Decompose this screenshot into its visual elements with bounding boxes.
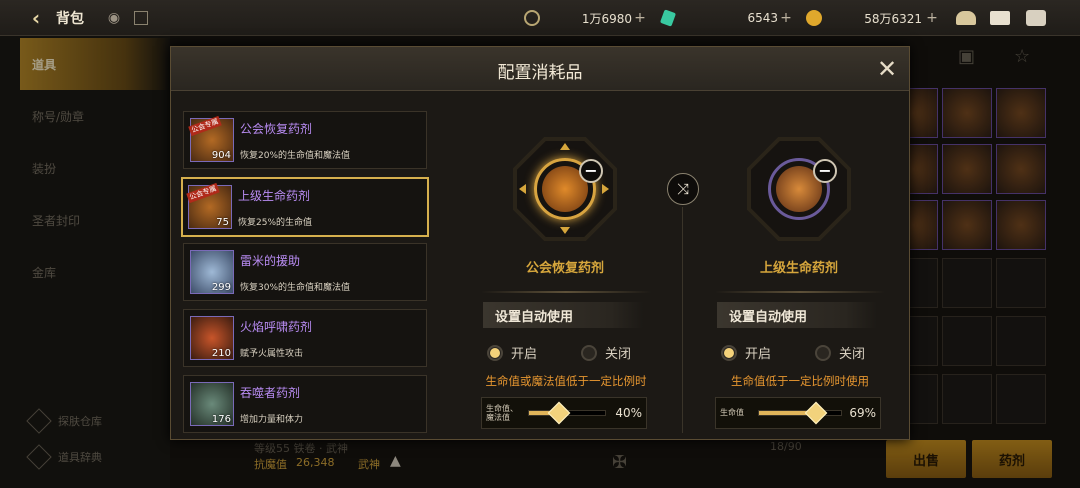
item-name: 火焰呼啸药剂 — [240, 320, 313, 334]
threshold-slider-box: 生命值、 魔法值 40% — [481, 397, 647, 429]
remove-slot-1-button[interactable]: − — [579, 159, 603, 183]
guild-badge: 公会专属 — [188, 115, 222, 137]
auto-use-title: 设置自动使用 — [729, 309, 808, 325]
consumable-config-dialog: 配置消耗品 ✕ 公会专属 904 公会恢复药剂 恢复20%的生命值和魔法值 公会… — [170, 46, 910, 440]
arrow-right-icon — [602, 184, 609, 194]
life-potion-icon: 公会专属 75 — [186, 182, 232, 229]
auto-use-off-radio[interactable]: 关闭 — [581, 343, 631, 362]
slider-label-line-1: 生命值、 — [486, 403, 518, 413]
item-desc: 恢复30%的生命值和魔法值 — [240, 283, 351, 293]
add-currency-3-button[interactable]: + — [926, 0, 938, 36]
item-name: 吞噬者药剂 — [240, 386, 301, 400]
arrow-down-icon — [560, 227, 570, 234]
item-count: 299 — [211, 282, 231, 293]
auto-use-on-radio[interactable]: 开启 — [721, 343, 771, 362]
add-currency-2-button[interactable]: + — [780, 0, 792, 36]
consumable-item[interactable]: 公会专属 75 上级生命药剂 恢复25%的生命值 — [181, 177, 429, 237]
eye-icon[interactable]: ◉ — [104, 0, 124, 36]
item-count: 210 — [211, 348, 231, 359]
item-count: 176 — [211, 414, 231, 425]
guild-potion-icon: 公会专属 904 — [188, 115, 234, 162]
moon-coin-icon — [524, 10, 540, 26]
item-count: 904 — [211, 150, 231, 161]
consumable-item[interactable]: 299 雷米的援助 恢复30%的生命值和魔法值 — [183, 243, 427, 301]
item-name: 雷米的援助 — [240, 254, 301, 268]
sort-icon[interactable] — [131, 0, 151, 36]
back-arrow-icon[interactable]: ‹ — [24, 0, 48, 36]
item-desc: 恢复25%的生命值 — [238, 218, 313, 228]
close-button[interactable]: ✕ — [873, 55, 901, 83]
top-bar: ‹ 背包 ◉ 1万6980 + 6543 + 58万6321 + — [0, 0, 1080, 36]
shop-icon[interactable] — [954, 0, 978, 36]
slider-label-line-1: 生命值 — [720, 408, 744, 418]
consumable-item[interactable]: 210 火焰呼啸药剂 赋予火属性攻击 — [183, 309, 427, 367]
item-count: 75 — [216, 217, 229, 228]
radio-dot — [721, 344, 737, 361]
item-name: 上级生命药剂 — [238, 189, 311, 203]
radio-label: 关闭 — [605, 347, 632, 362]
devourer-potion-icon: 176 — [190, 382, 234, 426]
currency-value-2: 6543 — [747, 11, 778, 25]
dialog-title: 配置消耗品 — [497, 63, 583, 83]
auto-use-title: 设置自动使用 — [495, 309, 574, 325]
slider-label-line-2: 魔法值 — [486, 413, 510, 422]
item-desc: 恢复20%的生命值和魔法值 — [240, 151, 351, 161]
radio-dot — [487, 344, 503, 361]
currency-value-3: 58万6321 — [864, 11, 922, 26]
threshold-slider-2[interactable] — [758, 401, 842, 425]
guild-badge: 公会专属 — [186, 182, 220, 204]
consumable-item[interactable]: 176 吞噬者药剂 增加力量和体力 — [183, 375, 427, 433]
dialog-header: 配置消耗品 ✕ — [171, 47, 909, 91]
slot-1-item-name: 公会恢复药剂 — [525, 261, 604, 276]
green-gem-icon — [659, 9, 677, 27]
auto-use-condition: 生命值低于一定比例时使用 — [731, 374, 869, 388]
slider-value: 40% — [615, 406, 642, 420]
arrow-left-icon — [519, 184, 526, 194]
divider — [481, 291, 651, 293]
radio-dot — [581, 344, 597, 361]
threshold-slider-box: 生命值 69% — [715, 397, 881, 429]
mail-icon[interactable] — [988, 0, 1012, 36]
slot-divider — [682, 207, 683, 433]
fire-potion-icon: 210 — [190, 316, 234, 360]
slot-2-item-name: 上级生命药剂 — [759, 261, 838, 276]
radio-label: 开启 — [511, 347, 538, 362]
remy-aid-icon: 299 — [190, 250, 234, 294]
auto-use-condition: 生命值或魔法值低于一定比例时 — [485, 374, 647, 388]
gold-coin-icon — [806, 10, 822, 26]
auto-use-header: 设置自动使用 — [483, 302, 643, 328]
slider-label: 生命值、 魔法值 — [486, 398, 518, 428]
remove-slot-2-button[interactable]: − — [813, 159, 837, 183]
slider-value: 69% — [849, 406, 876, 420]
slider-thumb[interactable] — [548, 401, 571, 425]
radio-label: 开启 — [745, 347, 772, 362]
divider — [715, 291, 885, 293]
item-name: 公会恢复药剂 — [240, 122, 313, 136]
auto-use-off-radio[interactable]: 关闭 — [815, 343, 865, 362]
add-currency-1-button[interactable]: + — [634, 0, 646, 36]
auto-use-header: 设置自动使用 — [717, 302, 877, 328]
swap-slots-button[interactable]: ⤨ — [667, 173, 699, 205]
page-title: 背包 — [56, 11, 84, 27]
radio-dot — [815, 344, 831, 361]
threshold-slider-1[interactable] — [528, 401, 606, 425]
chat-icon[interactable] — [1024, 0, 1048, 36]
item-desc: 赋予火属性攻击 — [240, 349, 304, 359]
consumable-item[interactable]: 公会专属 904 公会恢复药剂 恢复20%的生命值和魔法值 — [183, 111, 427, 169]
slider-thumb[interactable] — [804, 401, 827, 425]
currency-value-1: 1万6980 — [581, 11, 632, 26]
auto-use-on-radio[interactable]: 开启 — [487, 343, 537, 362]
arrow-up-icon — [560, 143, 570, 150]
slider-label: 生命值 — [720, 398, 744, 428]
radio-label: 关闭 — [839, 347, 866, 362]
item-desc: 增加力量和体力 — [240, 415, 304, 425]
